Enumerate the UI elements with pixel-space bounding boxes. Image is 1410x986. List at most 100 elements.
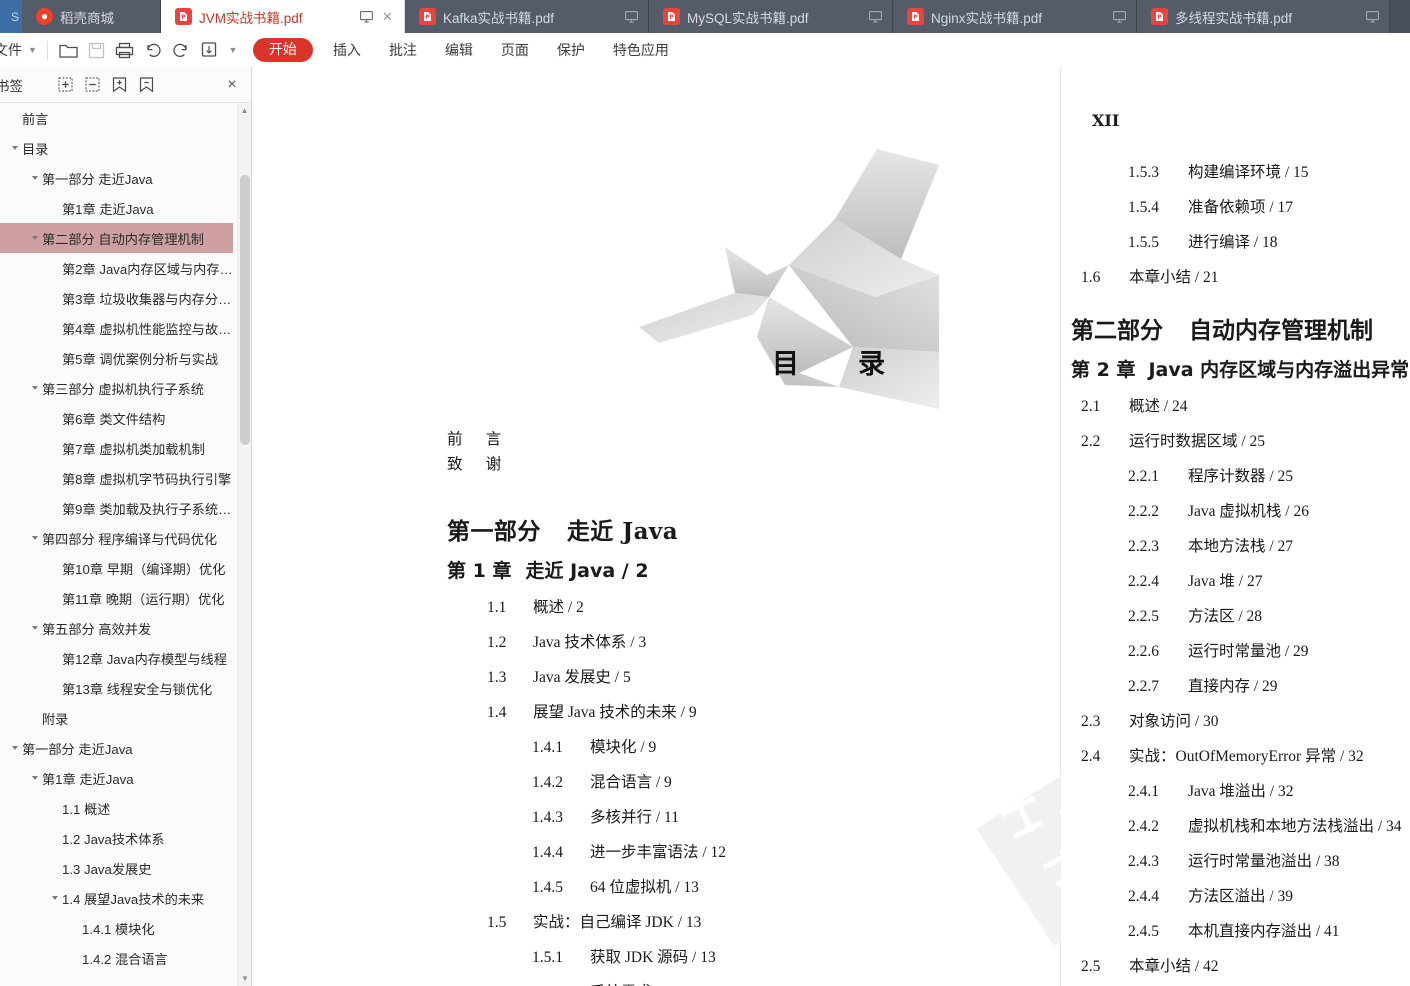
toc-entry[interactable]: 2.4实战：OutOfMemoryError 异常 / 32 — [1081, 744, 1410, 766]
bookmark-item[interactable]: 1.2 Java技术体系 — [0, 823, 233, 853]
toc-entry[interactable]: 1.6本章小结 / 21 — [1081, 265, 1410, 287]
toc-entry[interactable]: 2.2.5方法区 / 28 — [1128, 604, 1410, 626]
tab-5[interactable]: PNginx实战书籍.pdf — [893, 0, 1137, 33]
toc-entry[interactable]: 2.2.7直接内存 / 29 — [1128, 674, 1410, 696]
add-bookmark-icon[interactable] — [106, 72, 133, 98]
bookmark-item[interactable]: 第1章 走近Java — [0, 193, 233, 223]
bookmark-item[interactable]: 1.1 概述 — [0, 793, 233, 823]
disclosure-triangle-icon[interactable] — [28, 535, 42, 541]
bookmark-item[interactable]: 第1章 走近Java — [0, 763, 233, 793]
toc-entry[interactable]: 2.5本章小结 / 42 — [1081, 954, 1410, 976]
tab-2[interactable]: PJVM实战书籍.pdf× — [161, 0, 405, 33]
bookmark-item[interactable]: 第10章 早期（编译期）优化 — [0, 553, 233, 583]
ribbon-tab-2[interactable]: 批注 — [375, 40, 431, 60]
disclosure-triangle-icon[interactable] — [28, 175, 42, 181]
ribbon-tab-1[interactable]: 插入 — [319, 40, 375, 60]
bookmark-item[interactable]: 第8章 虚拟机字节码执行引擎 — [0, 463, 233, 493]
bookmark-item[interactable]: 第五部分 高效并发 — [0, 613, 233, 643]
toc-entry[interactable]: 1.5实战：自己编译 JDK / 13 — [487, 910, 1007, 932]
close-tab-icon[interactable]: × — [379, 8, 396, 25]
file-menu-button[interactable]: 文件 ▼ — [0, 40, 43, 60]
disclosure-triangle-icon[interactable] — [28, 775, 42, 781]
bookmark-item[interactable]: 1.4.1 模块化 — [0, 913, 233, 943]
toc-entry[interactable]: 1.5.1获取 JDK 源码 / 13 — [532, 945, 1007, 967]
disclosure-triangle-icon[interactable] — [8, 745, 22, 751]
bookmark-item[interactable]: 第一部分 走近Java — [0, 733, 233, 763]
toc-entry[interactable]: 1.4展望 Java 技术的未来 / 9 — [487, 700, 1007, 722]
present-mode-icon[interactable] — [1364, 8, 1381, 25]
bookmark-item[interactable]: 1.4 展望Java技术的未来 — [0, 883, 233, 913]
bookmark-item[interactable]: 第12章 Java内存模型与线程 — [0, 643, 233, 673]
disclosure-triangle-icon[interactable] — [48, 895, 62, 901]
bookmark-item[interactable]: 附录 — [0, 703, 233, 733]
save-icon[interactable] — [83, 37, 111, 63]
bookmark-item[interactable]: 第9章 类加载及执行子系统的... — [0, 493, 233, 523]
ribbon-tab-3[interactable]: 编辑 — [431, 40, 487, 60]
toc-entry[interactable]: 1.4.4进一步丰富语法 / 12 — [532, 840, 1007, 862]
bookmark-item[interactable]: 第二部分 自动内存管理机制 — [0, 223, 233, 253]
toc-entry[interactable]: 1.5.2系统需求 / 14 — [532, 980, 1007, 986]
toc-entry[interactable]: 1.2Java 技术体系 / 3 — [487, 630, 1007, 652]
bookmark-item[interactable]: 前言 — [0, 103, 233, 133]
ribbon-tab-4[interactable]: 页面 — [487, 40, 543, 60]
toc-entry[interactable]: 2.4.5本机直接内存溢出 / 41 — [1128, 919, 1410, 941]
toc-entry[interactable]: 1.5.5进行编译 / 18 — [1128, 230, 1410, 252]
bookmark-item[interactable]: 第2章 Java内存区域与内存溢... — [0, 253, 233, 283]
toc-entry[interactable]: 2.1概述 / 24 — [1081, 394, 1410, 416]
undo-icon[interactable] — [139, 37, 167, 63]
bookmark-scrollbar[interactable]: ▲ ▼ — [237, 103, 251, 986]
bookmark-item[interactable]: 第3章 垃圾收集器与内存分配... — [0, 283, 233, 313]
toc-entry[interactable]: 2.4.3运行时常量池溢出 / 38 — [1128, 849, 1410, 871]
toc-entry[interactable]: 2.2.6运行时常量池 / 29 — [1128, 639, 1410, 661]
bookmark-item[interactable]: 第13章 线程安全与锁优化 — [0, 673, 233, 703]
bookmark-item[interactable]: 目录 — [0, 133, 233, 163]
toc-entry[interactable]: 1.4.564 位虚拟机 / 13 — [532, 875, 1007, 897]
print-icon[interactable] — [111, 37, 139, 63]
toc-entry[interactable]: 2.2.3本地方法栈 / 27 — [1128, 534, 1410, 556]
bookmark-item[interactable]: 第四部分 程序编译与代码优化 — [0, 523, 233, 553]
bookmark-item[interactable]: 1.3 Java发展史 — [0, 853, 233, 883]
toc-entry[interactable]: 1.1概述 / 2 — [487, 595, 1007, 617]
disclosure-triangle-icon[interactable] — [28, 385, 42, 391]
bookmark-item[interactable]: 第11章 晚期（运行期）优化 — [0, 583, 233, 613]
tab-4[interactable]: PMySQL实战书籍.pdf — [649, 0, 893, 33]
more-caret-icon[interactable]: ▼ — [223, 37, 243, 63]
toc-entry[interactable]: 2.4.1Java 堆溢出 / 32 — [1128, 779, 1410, 801]
toc-entry[interactable]: 2.2.2Java 虚拟机栈 / 26 — [1128, 499, 1410, 521]
toc-entry[interactable]: 1.4.1模块化 / 9 — [532, 735, 1007, 757]
pdf-viewer[interactable]: 目录 PDG 前 言 致 谢 第一部分走近 Java 第 1 章走近 — [253, 67, 1410, 986]
bookmark-item[interactable]: 1.4.2 混合语言 — [0, 943, 233, 973]
bookmark-item[interactable]: 第三部分 虚拟机执行子系统 — [0, 373, 233, 403]
expand-all-icon[interactable] — [52, 72, 79, 98]
present-mode-icon[interactable] — [623, 8, 640, 25]
present-mode-icon[interactable] — [1111, 8, 1128, 25]
bookmark-item[interactable]: 第一部分 走近Java — [0, 163, 233, 193]
toc-entry[interactable]: 2.3对象访问 / 30 — [1081, 709, 1410, 731]
tab-1[interactable]: ●稻壳商城 — [22, 0, 161, 33]
collapse-all-icon[interactable] — [79, 72, 106, 98]
disclosure-triangle-icon[interactable] — [28, 625, 42, 631]
bookmark-item[interactable]: 第5章 调优案例分析与实战 — [0, 343, 233, 373]
scrollbar-thumb[interactable] — [240, 175, 250, 445]
bookmark-item[interactable]: 第4章 虚拟机性能监控与故障... — [0, 313, 233, 343]
toc-entry[interactable]: 1.4.3多核并行 / 11 — [532, 805, 1007, 827]
toc-entry[interactable]: 2.2.1程序计数器 / 25 — [1128, 464, 1410, 486]
toc-entry[interactable]: 2.4.4方法区溢出 / 39 — [1128, 884, 1410, 906]
tab-3[interactable]: PKafka实战书籍.pdf — [405, 0, 649, 33]
toc-entry[interactable]: 1.3Java 发展史 / 5 — [487, 665, 1007, 687]
close-icon[interactable]: × — [219, 72, 245, 98]
disclosure-triangle-icon[interactable] — [8, 145, 22, 151]
remove-bookmark-icon[interactable] — [133, 72, 160, 98]
scroll-down-icon[interactable]: ▼ — [238, 971, 252, 986]
disclosure-triangle-icon[interactable] — [28, 235, 42, 241]
tab-6[interactable]: P多线程实战书籍.pdf — [1137, 0, 1390, 33]
toc-entry[interactable]: 1.5.3构建编译环境 / 15 — [1128, 160, 1410, 182]
ribbon-tab-6[interactable]: 特色应用 — [599, 40, 683, 60]
open-folder-icon[interactable] — [55, 37, 83, 63]
bookmark-item[interactable]: 第7章 虚拟机类加载机制 — [0, 433, 233, 463]
present-mode-icon[interactable] — [867, 8, 884, 25]
toc-entry[interactable]: 2.2运行时数据区域 / 25 — [1081, 429, 1410, 451]
export-pdf-icon[interactable] — [195, 37, 223, 63]
toc-entry[interactable]: 2.4.2虚拟机栈和本地方法栈溢出 / 34 — [1128, 814, 1410, 836]
toc-entry[interactable]: 2.2.4Java 堆 / 27 — [1128, 569, 1410, 591]
